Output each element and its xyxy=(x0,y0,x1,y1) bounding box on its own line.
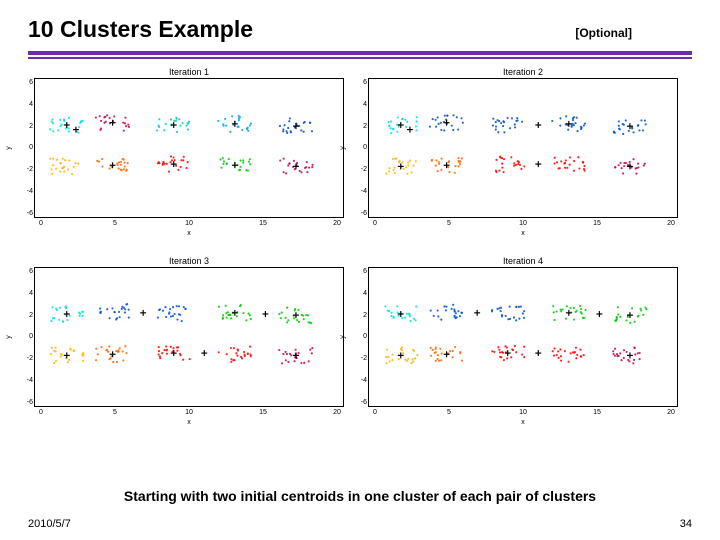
optional-tag: [Optional] xyxy=(575,26,632,40)
chart-iter3: Iteration 3 6420-2-4-6 y 05101520 x xyxy=(34,256,344,441)
plot-area: 6420-2-4-6 y 05101520 xyxy=(34,267,344,407)
xticks: 05101520 xyxy=(369,220,677,227)
yticks: 6420-2-4-6 xyxy=(17,268,33,406)
slide: 10 Clusters Example [Optional] Iteration… xyxy=(0,0,720,540)
xlabel: x xyxy=(34,230,344,237)
header-rule xyxy=(28,51,692,59)
charts-grid: Iteration 1 6420-2-4-6 y 05101520 x Iter… xyxy=(34,67,686,441)
plot-area: 6420-2-4-6 y 05101520 xyxy=(34,78,344,218)
chart-iter2: Iteration 2 6420-2-4-6 y 05101520 x xyxy=(368,67,678,252)
scatter-svg xyxy=(369,79,677,217)
xlabel: x xyxy=(368,230,678,237)
chart-title: Iteration 3 xyxy=(34,256,344,266)
footer-page: 34 xyxy=(680,518,692,530)
yticks: 6420-2-4-6 xyxy=(17,79,33,217)
slide-title: 10 Clusters Example xyxy=(28,16,253,43)
yticks: 6420-2-4-6 xyxy=(351,79,367,217)
ylabel: y xyxy=(339,335,346,339)
scatter-svg xyxy=(369,268,677,406)
chart-title: Iteration 2 xyxy=(368,67,678,77)
ylabel: y xyxy=(5,335,12,339)
xlabel: x xyxy=(368,419,678,426)
scatter-svg xyxy=(35,268,343,406)
ylabel: y xyxy=(339,146,346,150)
chart-iter1: Iteration 1 6420-2-4-6 y 05101520 x xyxy=(34,67,344,252)
plot-area: 6420-2-4-6 y 05101520 xyxy=(368,78,678,218)
footer: 2010/5/7 34 xyxy=(28,518,692,530)
chart-title: Iteration 4 xyxy=(368,256,678,266)
xticks: 05101520 xyxy=(35,220,343,227)
caption: Starting with two initial centroids in o… xyxy=(0,488,720,504)
scatter-svg xyxy=(35,79,343,217)
slide-header: 10 Clusters Example [Optional] xyxy=(28,12,692,45)
chart-title: Iteration 1 xyxy=(34,67,344,77)
chart-iter4: Iteration 4 6420-2-4-6 y 05101520 x xyxy=(368,256,678,441)
ylabel: y xyxy=(5,146,12,150)
footer-date: 2010/5/7 xyxy=(28,518,71,530)
xlabel: x xyxy=(34,419,344,426)
xticks: 05101520 xyxy=(35,409,343,416)
plot-area: 6420-2-4-6 y 05101520 xyxy=(368,267,678,407)
xticks: 05101520 xyxy=(369,409,677,416)
yticks: 6420-2-4-6 xyxy=(351,268,367,406)
